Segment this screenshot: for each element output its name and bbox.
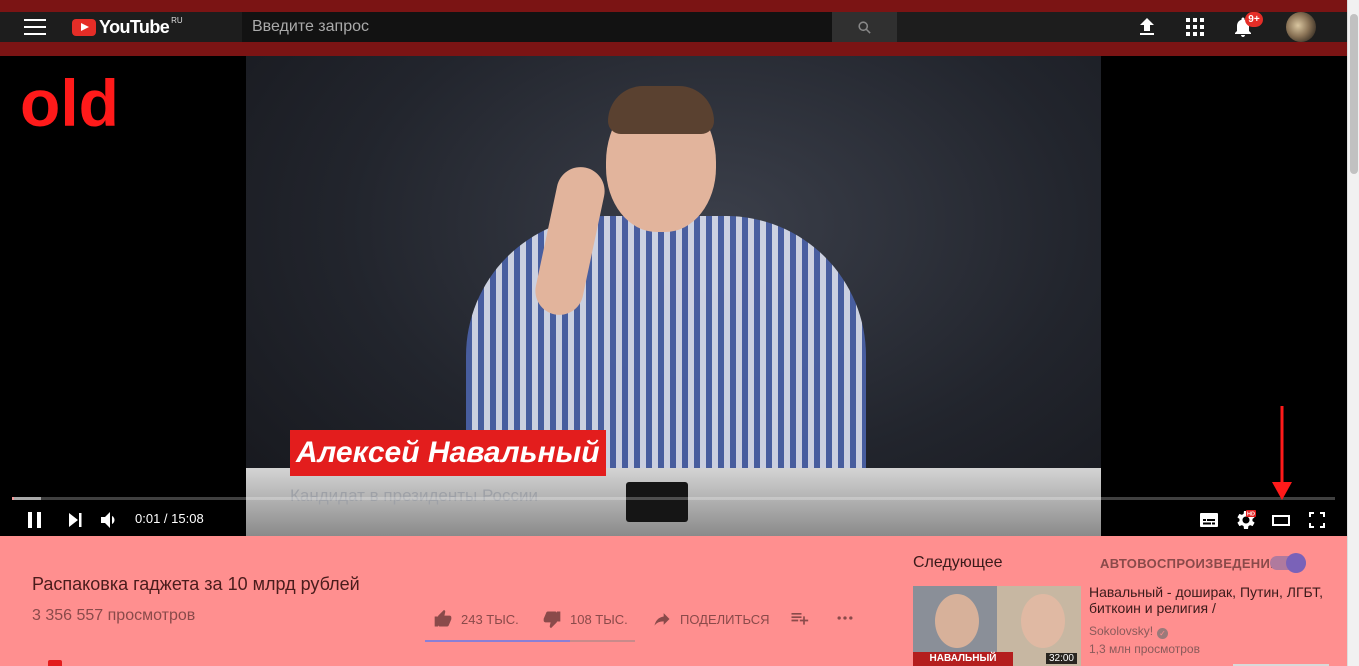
add-to-playlist-icon[interactable] bbox=[789, 608, 809, 628]
view-count: 3 356 557 просмотров bbox=[32, 607, 196, 624]
autoplay-toggle-knob bbox=[1286, 553, 1306, 573]
annotation-old-label: old bbox=[20, 66, 119, 140]
search-button[interactable] bbox=[832, 12, 897, 42]
recommendation-thumbnail[interactable]: НАВАЛЬНЫЙ 32:00 bbox=[913, 586, 1081, 666]
share-label: ПОДЕЛИТЬСЯ bbox=[680, 611, 770, 627]
sentiment-bar bbox=[425, 640, 635, 642]
annotation-red-arrow bbox=[1272, 406, 1292, 500]
volume-icon[interactable] bbox=[98, 508, 122, 532]
subtitles-icon[interactable] bbox=[1197, 508, 1221, 532]
next-video-icon[interactable] bbox=[63, 508, 87, 532]
pause-icon[interactable] bbox=[23, 508, 47, 532]
theater-mode-icon[interactable] bbox=[1269, 508, 1293, 532]
like-button[interactable]: 243 ТЫС. bbox=[433, 608, 519, 630]
recommendation-views: 1,3 млн просмотров bbox=[1089, 642, 1200, 656]
thumbnail-face-right bbox=[1021, 594, 1065, 648]
dislike-count: 108 ТЫС. bbox=[570, 611, 628, 627]
video-gadget-box bbox=[626, 482, 688, 522]
menu-icon[interactable] bbox=[24, 19, 46, 35]
settings-gear-icon[interactable]: HD bbox=[1233, 508, 1257, 532]
thumbnail-face-left bbox=[935, 594, 979, 648]
logo-text: YouTube bbox=[99, 17, 170, 37]
more-actions-icon[interactable] bbox=[834, 608, 856, 628]
verified-check-icon: ✓ bbox=[1157, 628, 1169, 639]
progress-buffer bbox=[12, 497, 41, 500]
thumbnail-caption: НАВАЛЬНЫЙ bbox=[913, 652, 1013, 666]
masthead: YouTube RU 9+ bbox=[0, 12, 1347, 42]
avatar[interactable] bbox=[1286, 12, 1316, 42]
thumbnail-duration: 32:00 bbox=[1045, 653, 1077, 664]
up-next-label: Следующее bbox=[913, 554, 1003, 571]
apps-grid-icon[interactable] bbox=[1183, 15, 1207, 39]
page-scrollbar[interactable] bbox=[1347, 0, 1359, 666]
youtube-play-icon bbox=[72, 19, 96, 36]
fullscreen-icon[interactable] bbox=[1305, 508, 1329, 532]
notification-count-badge: 9+ bbox=[1245, 12, 1263, 27]
svg-text:HD: HD bbox=[1247, 512, 1255, 518]
channel-name: Sokolovsky! bbox=[1089, 624, 1154, 638]
like-count: 243 ТЫС. bbox=[461, 611, 519, 627]
search-input[interactable] bbox=[242, 12, 832, 42]
time-display: 0:01 / 15:08 bbox=[135, 511, 204, 526]
thumbs-down-icon bbox=[543, 611, 561, 629]
share-button[interactable]: ПОДЕЛИТЬСЯ bbox=[652, 608, 769, 630]
autoplay-label: АВТОВОСПРОИЗВЕДЕНИЕ bbox=[1100, 556, 1280, 571]
recommendation-title[interactable]: Навальный - доширак, Путин, ЛГБТ, биткои… bbox=[1089, 584, 1329, 616]
progress-bar[interactable] bbox=[12, 497, 1335, 500]
video-caption-name: Алексей Навальный bbox=[290, 430, 606, 476]
sentiment-like-fill bbox=[425, 640, 570, 642]
youtube-logo[interactable]: YouTube RU bbox=[72, 16, 183, 38]
logo-region: RU bbox=[171, 16, 183, 25]
recommendation-channel[interactable]: Sokolovsky! ✓ bbox=[1089, 624, 1169, 639]
video-player[interactable]: Алексей Навальный Кандидат в президенты … bbox=[0, 56, 1347, 536]
video-info-area: Распаковка гаджета за 10 млрд рублей 3 3… bbox=[0, 536, 1347, 666]
thumbs-up-icon bbox=[434, 609, 452, 627]
share-icon bbox=[654, 613, 670, 626]
video-caption-subtitle: Кандидат в президенты России bbox=[290, 486, 538, 505]
scrollbar-thumb[interactable] bbox=[1350, 14, 1358, 174]
video-title: Распаковка гаджета за 10 млрд рублей bbox=[32, 574, 360, 594]
search-icon bbox=[858, 21, 871, 34]
upload-icon[interactable] bbox=[1135, 15, 1159, 39]
autoplay-toggle[interactable] bbox=[1270, 553, 1306, 573]
dislike-button[interactable]: 108 ТЫС. bbox=[542, 608, 628, 630]
video-person-hair bbox=[608, 86, 714, 134]
channel-avatar-edge bbox=[48, 660, 62, 666]
